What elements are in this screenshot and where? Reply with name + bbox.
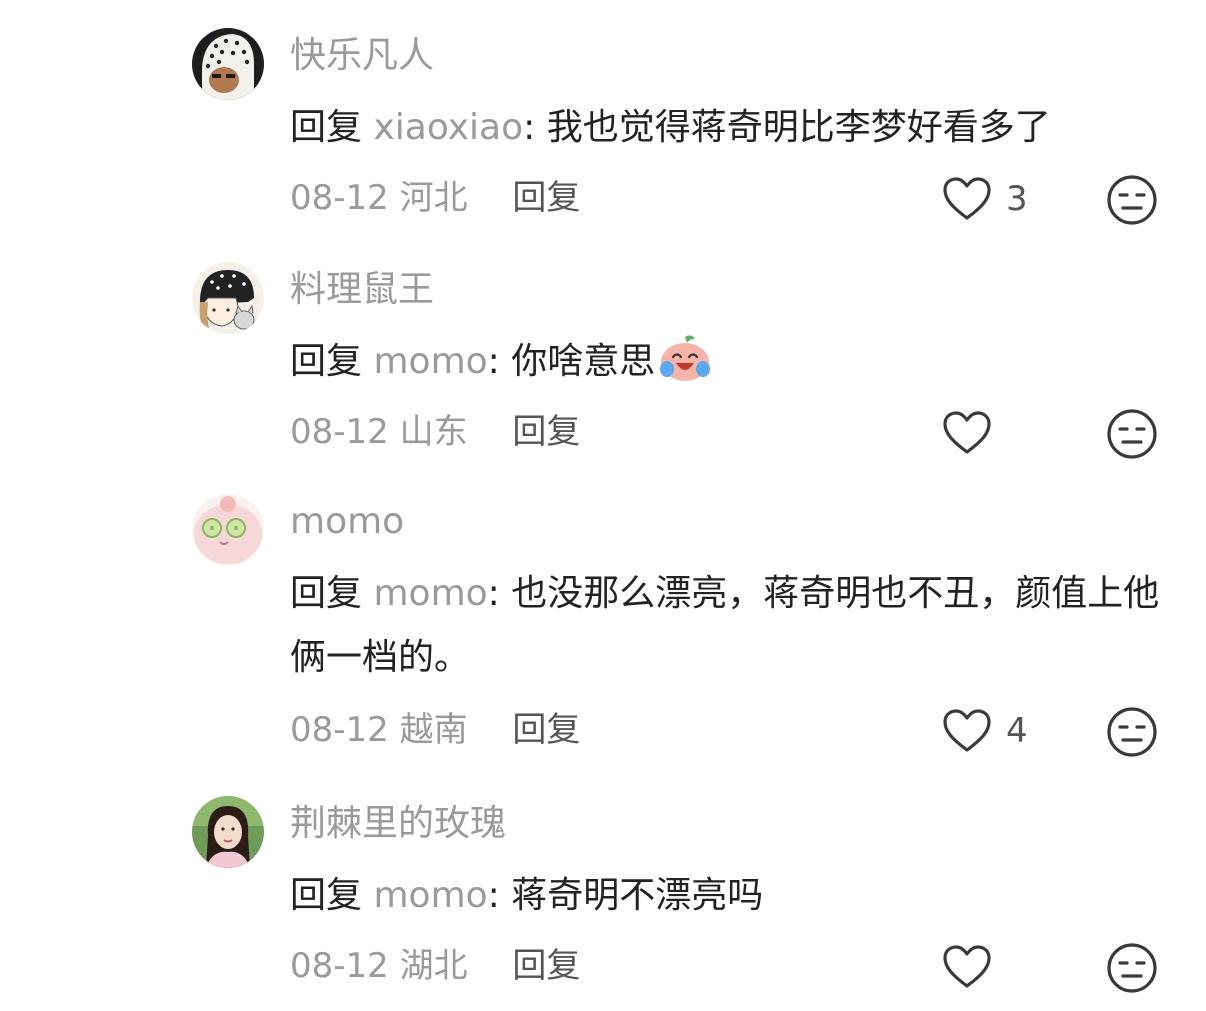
dislike-button[interactable]	[1106, 408, 1158, 460]
unamused-face-icon	[1107, 707, 1157, 757]
avatar[interactable]	[192, 796, 264, 868]
like-button[interactable]: 4	[942, 708, 1028, 754]
reply-prefix: 回复	[290, 875, 363, 916]
username[interactable]: momo	[290, 500, 404, 544]
laughing-crying-peach-emoji	[657, 333, 713, 404]
reply-prefix: 回复	[290, 573, 363, 614]
comment-meta: 08-12 湖北 回复	[290, 944, 580, 988]
comment-content: 我也觉得蒋奇明比李梦好看多了	[546, 107, 1051, 148]
comment-text: 回复 momo: 你啥意思	[290, 330, 1165, 404]
comment-text: 回复 momo: 也没那么漂亮，蒋奇明也不丑，颜值上他俩一档的。	[290, 573, 1160, 678]
avatar[interactable]	[192, 494, 264, 566]
comment-text: 回复 xiaoxiao: 我也觉得蒋奇明比李梦好看多了	[290, 107, 1051, 148]
reply-button[interactable]: 回复	[512, 946, 580, 986]
comment-meta: 08-12 山东 回复	[290, 410, 580, 454]
like-count: 3	[1006, 179, 1028, 219]
heart-outline-icon	[943, 177, 991, 220]
like-button[interactable]: 3	[942, 176, 1028, 222]
comment-date: 08-12	[290, 946, 389, 986]
comment-date: 08-12	[290, 178, 389, 218]
username[interactable]: 快乐凡人	[290, 34, 434, 78]
heart-outline-icon	[943, 945, 991, 988]
comment-date: 08-12	[290, 710, 389, 750]
unamused-face-icon	[1107, 943, 1157, 993]
reply-button[interactable]: 回复	[512, 412, 580, 452]
dislike-button[interactable]	[1106, 706, 1158, 758]
comment-location: 湖北	[399, 946, 468, 986]
reply-target[interactable]: momo	[373, 573, 487, 614]
heart-outline-icon	[943, 411, 991, 454]
reply-button[interactable]: 回复	[512, 710, 580, 750]
avatar[interactable]	[192, 28, 264, 100]
comment-date: 08-12	[290, 412, 389, 452]
comment-content: 你啥意思	[511, 341, 656, 382]
like-button[interactable]	[942, 944, 1006, 990]
username[interactable]: 荆棘里的玫瑰	[290, 802, 506, 846]
comment-location: 河北	[399, 178, 468, 218]
comment-location: 山东	[399, 412, 468, 452]
username[interactable]: 料理鼠王	[290, 268, 434, 312]
reply-target[interactable]: xiaoxiao	[373, 107, 523, 148]
like-button[interactable]	[942, 410, 1006, 456]
comment-meta: 08-12 越南 回复	[290, 708, 580, 752]
dislike-button[interactable]	[1106, 174, 1158, 226]
comment-content: 蒋奇明不漂亮吗	[511, 875, 764, 916]
heart-outline-icon	[943, 709, 991, 752]
dislike-button[interactable]	[1106, 942, 1158, 994]
like-count: 4	[1006, 711, 1028, 751]
unamused-face-icon	[1107, 175, 1157, 225]
reply-target[interactable]: momo	[373, 341, 487, 382]
comment-location: 越南	[399, 710, 468, 750]
reply-prefix: 回复	[290, 107, 363, 148]
reply-button[interactable]: 回复	[512, 178, 580, 218]
unamused-face-icon	[1107, 409, 1157, 459]
reply-target[interactable]: momo	[373, 875, 487, 916]
reply-prefix: 回复	[290, 341, 363, 382]
avatar[interactable]	[192, 262, 264, 334]
comment-meta: 08-12 河北 回复	[290, 176, 580, 220]
comment-text: 回复 momo: 蒋奇明不漂亮吗	[290, 875, 764, 916]
